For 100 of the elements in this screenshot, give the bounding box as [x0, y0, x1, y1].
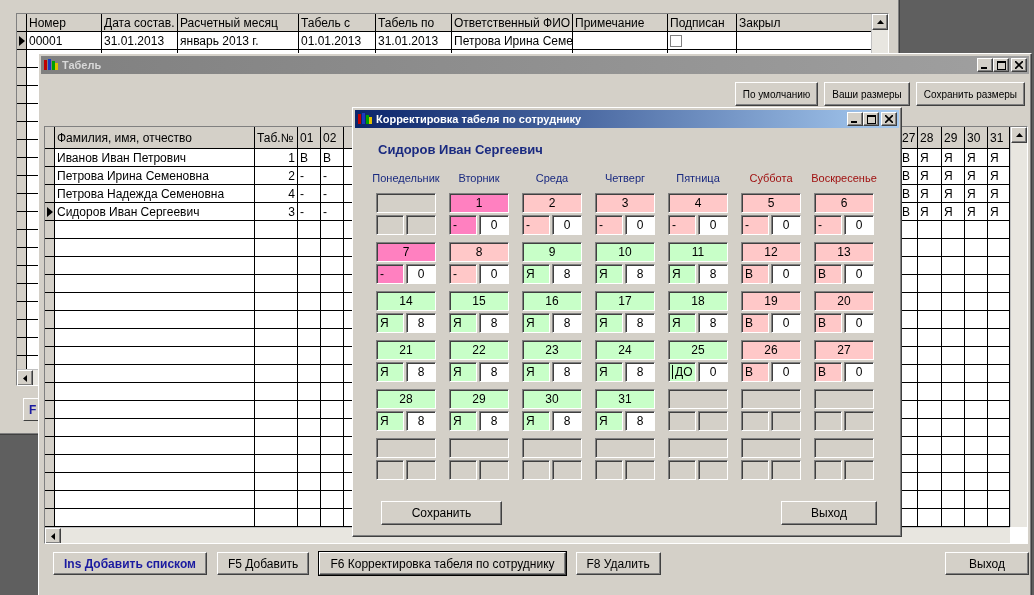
day-hours-field[interactable]: 8	[625, 313, 655, 333]
day-hours-field[interactable]: 0	[698, 362, 728, 382]
day-code-field[interactable]: Я	[522, 313, 550, 333]
day-code-field[interactable]	[376, 215, 404, 235]
day-number-field[interactable]: 28	[376, 389, 436, 409]
day-number-field[interactable]: 15	[449, 291, 509, 311]
day-code-field[interactable]: Я	[595, 313, 623, 333]
day-hours-field[interactable]: 8	[552, 313, 582, 333]
day-code-field[interactable]: В	[814, 362, 842, 382]
day-number-field[interactable]: 13	[814, 242, 874, 262]
day-hours-field[interactable]	[771, 460, 801, 480]
signed-checkbox[interactable]	[670, 34, 682, 47]
column-header[interactable]: Подписан	[668, 14, 737, 32]
day-number-field[interactable]: 12	[741, 242, 801, 262]
day-number-field[interactable]: 26	[741, 340, 801, 360]
column-header[interactable]: Фамилия, имя, отчество	[55, 127, 255, 149]
day-number-field[interactable]: 10	[595, 242, 655, 262]
day-number-field[interactable]: 4	[668, 193, 728, 213]
day-hours-field[interactable]	[552, 460, 582, 480]
day-hours-field[interactable]: 8	[479, 362, 509, 382]
day-number-field[interactable]: 19	[741, 291, 801, 311]
column-header[interactable]: Ответственный ФИО	[452, 14, 573, 32]
day-hours-field[interactable]: 8	[406, 313, 436, 333]
toolbar-button[interactable]: Сохранить размеры	[915, 82, 1025, 106]
day-code-field[interactable]: -	[741, 215, 769, 235]
day-code-field[interactable]	[741, 411, 769, 431]
day-hours-field[interactable]: 0	[552, 215, 582, 235]
day-hours-field[interactable]: 0	[771, 313, 801, 333]
row-indicator[interactable]	[45, 185, 55, 203]
day-hours-field[interactable]: 8	[552, 411, 582, 431]
row-indicator[interactable]	[45, 149, 55, 167]
day-number-field[interactable]: 8	[449, 242, 509, 262]
day-code-field[interactable]	[449, 460, 477, 480]
day-number-field[interactable]: 25	[668, 340, 728, 360]
action-button[interactable]: F5 Добавить	[217, 552, 310, 575]
row-indicator[interactable]	[45, 167, 55, 185]
column-header[interactable]: Табель с	[299, 14, 376, 32]
maximize-button[interactable]	[863, 112, 879, 126]
day-number-field[interactable]: 21	[376, 340, 436, 360]
column-header[interactable]: 31	[988, 127, 1010, 149]
day-number-field[interactable]: 16	[522, 291, 582, 311]
day-code-field[interactable]: Я	[668, 313, 696, 333]
day-number-field[interactable]: 29	[449, 389, 509, 409]
day-number-field[interactable]: 7	[376, 242, 436, 262]
day-code-field[interactable]: Я	[376, 411, 404, 431]
day-hours-field[interactable]: 0	[844, 264, 874, 284]
day-code-field[interactable]: ДО	[668, 362, 696, 382]
day-hours-field[interactable]	[698, 460, 728, 480]
day-hours-field[interactable]: 0	[698, 215, 728, 235]
day-hours-field[interactable]: 0	[844, 362, 874, 382]
action-button[interactable]: Ins Добавить списком	[53, 552, 207, 575]
day-code-field[interactable]	[522, 460, 550, 480]
day-hours-field[interactable]: 8	[552, 362, 582, 382]
column-header[interactable]: Расчетный месяц	[178, 14, 299, 32]
day-code-field[interactable]: В	[741, 264, 769, 284]
day-number-field[interactable]: 31	[595, 389, 655, 409]
day-code-field[interactable]	[668, 411, 696, 431]
day-code-field[interactable]: Я	[595, 362, 623, 382]
day-hours-field[interactable]	[479, 460, 509, 480]
day-hours-field[interactable]: 8	[698, 313, 728, 333]
day-number-field[interactable]: 5	[741, 193, 801, 213]
day-code-field[interactable]: -	[814, 215, 842, 235]
f-button[interactable]: F	[23, 398, 39, 421]
day-code-field[interactable]: Я	[595, 264, 623, 284]
day-code-field[interactable]	[376, 460, 404, 480]
column-header[interactable]: 28	[918, 127, 942, 149]
day-code-field[interactable]	[814, 460, 842, 480]
day-code-field[interactable]: -	[449, 264, 477, 284]
day-code-field[interactable]: Я	[449, 313, 477, 333]
close-button[interactable]	[881, 112, 897, 126]
day-hours-field[interactable]: 8	[698, 264, 728, 284]
day-code-field[interactable]: Я	[595, 411, 623, 431]
day-number-field[interactable]	[741, 389, 801, 409]
day-hours-field[interactable]: 0	[625, 215, 655, 235]
day-code-field[interactable]: В	[741, 313, 769, 333]
day-code-field[interactable]: Я	[522, 362, 550, 382]
day-code-field[interactable]: Я	[376, 313, 404, 333]
day-code-field[interactable]: -	[376, 264, 404, 284]
dialog-button[interactable]: Выход	[781, 501, 877, 525]
day-number-field[interactable]	[814, 389, 874, 409]
day-hours-field[interactable]: 8	[406, 362, 436, 382]
day-hours-field[interactable]: 8	[552, 264, 582, 284]
action-button[interactable]: F8 Удалить	[575, 552, 661, 575]
column-header[interactable]: 01	[298, 127, 321, 149]
day-hours-field[interactable]: 0	[479, 215, 509, 235]
day-number-field[interactable]	[449, 438, 509, 458]
day-code-field[interactable]: В	[741, 362, 769, 382]
close-button[interactable]	[1011, 58, 1027, 72]
scrollbar[interactable]	[1010, 127, 1027, 527]
day-hours-field[interactable]: 0	[771, 215, 801, 235]
day-number-field[interactable]	[376, 193, 436, 213]
day-code-field[interactable]: -	[522, 215, 550, 235]
day-number-field[interactable]: 23	[522, 340, 582, 360]
day-code-field[interactable]	[814, 411, 842, 431]
day-number-field[interactable]: 3	[595, 193, 655, 213]
day-code-field[interactable]: Я	[522, 411, 550, 431]
action-button[interactable]: F6 Корректировка табеля по сотруднику	[319, 552, 566, 575]
toolbar-button[interactable]: Ваши размеры	[824, 82, 910, 106]
day-code-field[interactable]: -	[595, 215, 623, 235]
column-header[interactable]: Номер	[27, 14, 102, 32]
